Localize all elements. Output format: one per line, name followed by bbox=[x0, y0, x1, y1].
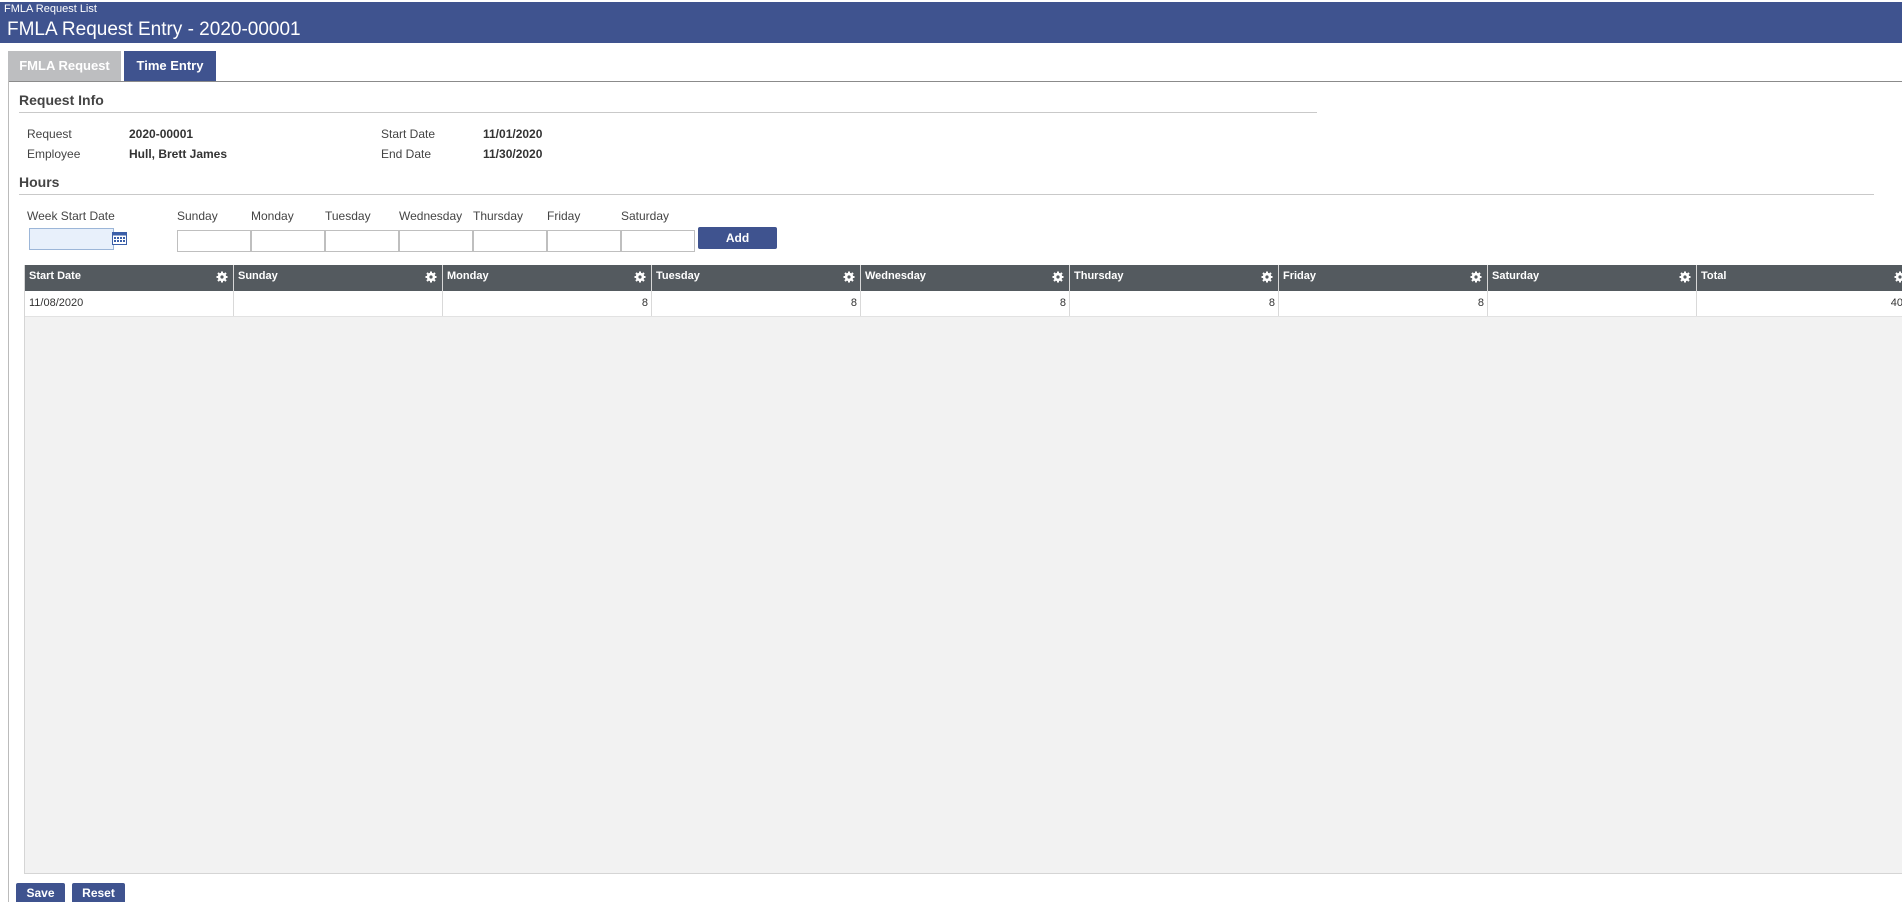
column-header-monday[interactable]: Monday bbox=[443, 265, 652, 291]
wednesday-label: Wednesday bbox=[399, 209, 463, 223]
end-date-value: 11/30/2020 bbox=[483, 147, 543, 161]
hours-heading: Hours bbox=[19, 174, 60, 190]
gear-icon[interactable] bbox=[1894, 271, 1902, 283]
breadcrumb-fmla-request-list[interactable]: FMLA Request List bbox=[4, 3, 97, 15]
sunday-label: Sunday bbox=[177, 209, 218, 223]
week-start-date-label: Week Start Date bbox=[27, 209, 115, 223]
request-info-heading: Request Info bbox=[19, 92, 104, 108]
request-info-divider bbox=[19, 112, 1317, 113]
gear-icon[interactable] bbox=[425, 271, 437, 283]
thursday-hours-input[interactable] bbox=[473, 230, 547, 252]
gear-icon[interactable] bbox=[1470, 271, 1482, 283]
add-button[interactable]: Add bbox=[698, 227, 777, 249]
cell-wednesday: 8 bbox=[861, 291, 1070, 316]
content-border bbox=[8, 81, 9, 902]
gear-icon[interactable] bbox=[1052, 271, 1064, 283]
hours-divider bbox=[19, 194, 1874, 195]
tab-fmla-request[interactable]: FMLA Request bbox=[8, 51, 121, 81]
request-label: Request bbox=[27, 127, 72, 141]
app-header: FMLA Request List FMLA Request Entry - 2… bbox=[0, 2, 1902, 43]
calendar-icon[interactable] bbox=[112, 231, 127, 245]
wednesday-hours-input[interactable] bbox=[399, 230, 473, 252]
column-header-label: Friday bbox=[1283, 270, 1317, 282]
monday-hours-input[interactable] bbox=[251, 230, 325, 252]
reset-button[interactable]: Reset bbox=[72, 883, 125, 902]
cell-monday: 8 bbox=[443, 291, 652, 316]
column-header-label: Sunday bbox=[238, 270, 278, 282]
column-header-label: Saturday bbox=[1492, 270, 1540, 282]
column-header-label: Wednesday bbox=[865, 270, 926, 282]
column-header-total[interactable]: Total bbox=[1697, 265, 1902, 291]
column-header-label: Total bbox=[1701, 270, 1727, 282]
gear-icon[interactable] bbox=[216, 271, 228, 283]
gear-icon[interactable] bbox=[1261, 271, 1273, 283]
start-date-value: 11/01/2020 bbox=[483, 127, 543, 141]
cell-start-date: 11/08/2020 bbox=[25, 291, 234, 316]
page-title: FMLA Request Entry - 2020-00001 bbox=[7, 19, 301, 40]
column-header-start-date[interactable]: Start Date bbox=[25, 265, 234, 291]
column-header-wednesday[interactable]: Wednesday bbox=[861, 265, 1070, 291]
request-value: 2020-00001 bbox=[129, 127, 194, 141]
friday-label: Friday bbox=[547, 209, 581, 223]
cell-sunday bbox=[234, 291, 443, 316]
tab-divider bbox=[8, 81, 1902, 82]
sunday-hours-input[interactable] bbox=[177, 230, 251, 252]
grid-header: Start Date Sunday Monday Tuesday Wednesd… bbox=[25, 265, 1902, 291]
employee-value: Hull, Brett James bbox=[129, 147, 228, 161]
friday-hours-input[interactable] bbox=[547, 230, 621, 252]
cell-saturday bbox=[1488, 291, 1697, 316]
employee-label: Employee bbox=[27, 147, 81, 161]
column-header-label: Tuesday bbox=[656, 270, 700, 282]
table-row[interactable]: 11/08/2020 8 8 8 8 8 40 bbox=[25, 291, 1902, 317]
cell-thursday: 8 bbox=[1070, 291, 1279, 316]
hours-grid: Start Date Sunday Monday Tuesday Wednesd… bbox=[24, 265, 1902, 874]
cell-friday: 8 bbox=[1279, 291, 1488, 316]
save-button[interactable]: Save bbox=[16, 883, 65, 902]
thursday-label: Thursday bbox=[473, 209, 524, 223]
gear-icon[interactable] bbox=[1679, 271, 1691, 283]
tuesday-hours-input[interactable] bbox=[325, 230, 399, 252]
column-header-thursday[interactable]: Thursday bbox=[1070, 265, 1279, 291]
saturday-label: Saturday bbox=[621, 209, 670, 223]
column-header-label: Monday bbox=[447, 270, 489, 282]
start-date-label: Start Date bbox=[381, 127, 436, 141]
monday-label: Monday bbox=[251, 209, 294, 223]
end-date-label: End Date bbox=[381, 147, 432, 161]
cell-tuesday: 8 bbox=[652, 291, 861, 316]
cell-total: 40 bbox=[1890, 297, 1902, 309]
column-header-friday[interactable]: Friday bbox=[1279, 265, 1488, 291]
column-header-saturday[interactable]: Saturday bbox=[1488, 265, 1697, 291]
tuesday-label: Tuesday bbox=[325, 209, 371, 223]
gear-icon[interactable] bbox=[843, 271, 855, 283]
column-header-sunday[interactable]: Sunday bbox=[234, 265, 443, 291]
saturday-hours-input[interactable] bbox=[621, 230, 695, 252]
week-start-date-input[interactable] bbox=[29, 228, 114, 250]
tab-time-entry[interactable]: Time Entry bbox=[124, 51, 216, 81]
column-header-label: Start Date bbox=[29, 270, 81, 282]
column-header-tuesday[interactable]: Tuesday bbox=[652, 265, 861, 291]
gear-icon[interactable] bbox=[634, 271, 646, 283]
column-header-label: Thursday bbox=[1074, 270, 1124, 282]
